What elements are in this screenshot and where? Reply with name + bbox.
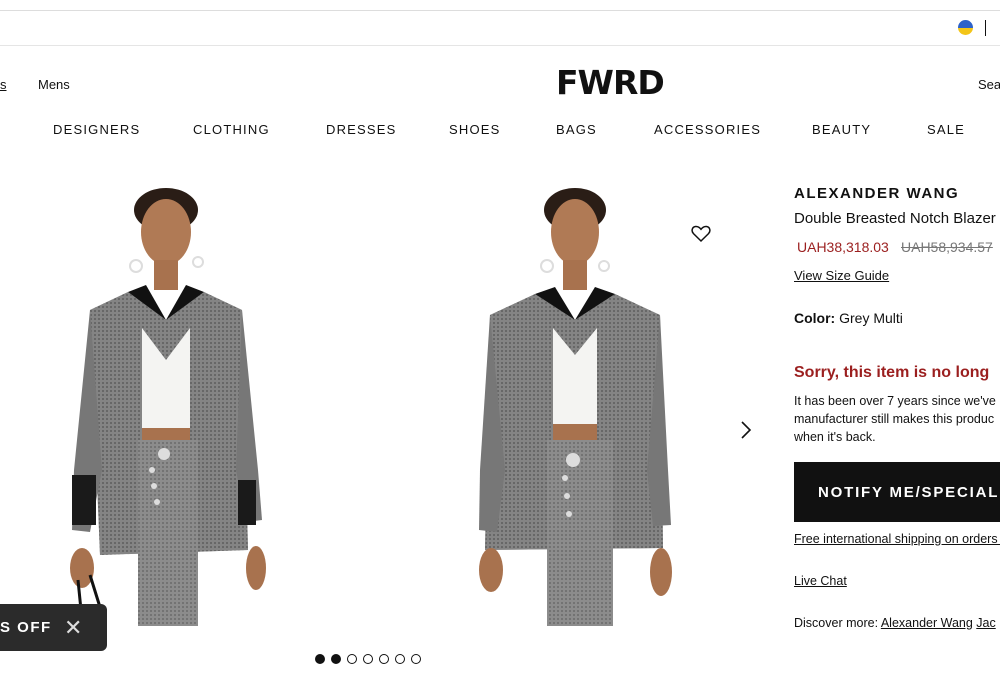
- promo-label: S OFF: [0, 619, 52, 636]
- ukraine-flag-icon[interactable]: [958, 20, 973, 35]
- search-link[interactable]: Sea: [978, 77, 1000, 92]
- color-value: Grey Multi: [839, 310, 903, 326]
- nav-sale[interactable]: SALE: [927, 122, 965, 137]
- nav-clothing[interactable]: CLOTHING: [193, 122, 270, 137]
- gallery-dot[interactable]: [411, 654, 421, 664]
- gallery-dot[interactable]: [379, 654, 389, 664]
- sale-price: UAH38,318.03: [797, 239, 889, 255]
- product-brand[interactable]: ALEXANDER WANG: [794, 185, 959, 202]
- divider: [985, 20, 986, 36]
- nav-beauty[interactable]: BEAUTY: [812, 122, 871, 137]
- gallery-dot[interactable]: [395, 654, 405, 664]
- free-shipping-link[interactable]: Free international shipping on orders o: [794, 532, 1000, 546]
- next-image-chevron-icon[interactable]: [739, 420, 753, 445]
- nav-dresses[interactable]: DRESSES: [326, 122, 397, 137]
- product-image-1[interactable]: [50, 170, 280, 626]
- top-utility-bar: [0, 10, 1000, 46]
- gallery-dot[interactable]: [315, 654, 325, 664]
- main-navigation: DESIGNERS CLOTHING DRESSES SHOES BAGS AC…: [0, 122, 1000, 140]
- mens-link[interactable]: Mens: [38, 77, 70, 92]
- unavailable-desc-line: manufacturer still makes this produc: [794, 412, 995, 426]
- color-label: Color:: [794, 310, 836, 326]
- womens-link[interactable]: s: [0, 77, 7, 92]
- fwrd-logo[interactable]: FWRD: [556, 63, 665, 102]
- product-name: Double Breasted Notch Blazer: [794, 210, 996, 227]
- discover-link-category[interactable]: Jac: [976, 616, 995, 630]
- nav-bags[interactable]: BAGS: [556, 122, 597, 137]
- gallery-dot[interactable]: [363, 654, 373, 664]
- unavailable-desc-line: It has been over 7 years since we've: [794, 394, 996, 408]
- nav-accessories[interactable]: ACCESSORIES: [654, 122, 761, 137]
- discover-more: Discover more: Alexander Wang Jac: [794, 616, 996, 630]
- size-guide-link[interactable]: View Size Guide: [794, 268, 889, 283]
- original-price: UAH58,934.57: [901, 239, 993, 255]
- notify-button-label: NOTIFY ME/SPECIAL O: [818, 484, 1000, 501]
- close-icon[interactable]: ✕: [64, 615, 82, 641]
- promo-toast[interactable]: S OFF ✕: [0, 604, 107, 651]
- nav-shoes[interactable]: SHOES: [449, 122, 501, 137]
- live-chat-link[interactable]: Live Chat: [794, 574, 847, 588]
- unavailable-desc-line: when it's back.: [794, 430, 876, 444]
- gallery-dot[interactable]: [331, 654, 341, 664]
- nav-designers[interactable]: DESIGNERS: [53, 122, 140, 137]
- notify-me-button[interactable]: NOTIFY ME/SPECIAL O: [794, 462, 1000, 522]
- discover-link-brand[interactable]: Alexander Wang: [881, 616, 973, 630]
- unavailable-title: Sorry, this item is no long: [794, 364, 990, 381]
- discover-label: Discover more:: [794, 616, 879, 630]
- color-row: Color: Grey Multi: [794, 310, 903, 326]
- product-image-2[interactable]: [465, 170, 690, 626]
- gallery-dot[interactable]: [347, 654, 357, 664]
- wishlist-heart-icon[interactable]: [691, 225, 711, 248]
